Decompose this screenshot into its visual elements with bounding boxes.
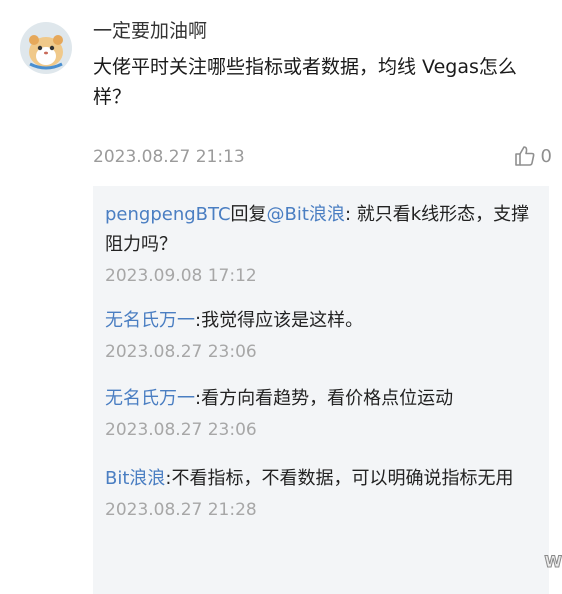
reply-item: pengpengBTC回复@Bit浪浪: 就只看k线形态，支撑阻力吗？ 2023…	[105, 200, 535, 288]
reply-target[interactable]: @Bit浪浪	[267, 204, 345, 225]
reply-author[interactable]: Bit浪浪	[105, 468, 165, 489]
reply-word: 回复	[230, 204, 267, 225]
reply-content: :看方向看趋势，看价格点位运动	[195, 388, 454, 409]
reply-text: 无名氏万一:我觉得应该是这样。	[105, 306, 535, 336]
reply-item: 无名氏万一:我觉得应该是这样。 2023.08.27 23:06	[105, 306, 535, 364]
post: 一定要加油啊 大佬平时关注哪些指标或者数据，均线 Vegas怎么样？	[93, 18, 550, 112]
watermark: W	[544, 552, 562, 572]
reply-author[interactable]: pengpengBTC	[105, 204, 231, 225]
avatar[interactable]	[20, 22, 72, 74]
reply-item: Bit浪浪:不看指标，不看数据，可以明确说指标无用 2023.08.27 21:…	[105, 464, 535, 522]
post-content: 大佬平时关注哪些指标或者数据，均线 Vegas怎么样？	[93, 56, 517, 108]
reply-text: Bit浪浪:不看指标，不看数据，可以明确说指标无用	[105, 464, 535, 494]
reply-text: 无名氏万一:看方向看趋势，看价格点位运动	[105, 384, 535, 414]
reply-timestamp: 2023.09.08 17:12	[105, 266, 257, 286]
post-meta: 2023.08.27 21:13 0	[93, 144, 552, 170]
like-button[interactable]: 0	[513, 144, 552, 168]
reply-author[interactable]: 无名氏万一	[105, 310, 195, 331]
reply-timestamp: 2023.08.27 23:06	[105, 420, 257, 440]
reply-timestamp: 2023.08.27 21:28	[105, 500, 257, 520]
thumbs-up-icon	[514, 146, 535, 166]
reply-content: :我觉得应该是这样。	[195, 310, 364, 331]
reply-list: pengpengBTC回复@Bit浪浪: 就只看k线形态，支撑阻力吗？ 2023…	[93, 186, 549, 594]
hamster-avatar-icon	[29, 35, 63, 70]
like-count: 0	[540, 145, 552, 167]
post-username[interactable]: 一定要加油啊	[93, 18, 550, 44]
post-timestamp: 2023.08.27 21:13	[93, 147, 245, 167]
reply-item: 无名氏万一:看方向看趋势，看价格点位运动 2023.08.27 23:06	[105, 384, 535, 442]
reply-content: :不看指标，不看数据，可以明确说指标无用	[165, 468, 514, 489]
reply-text: pengpengBTC回复@Bit浪浪: 就只看k线形态，支撑阻力吗？	[105, 200, 535, 260]
reply-author[interactable]: 无名氏万一	[105, 388, 195, 409]
reply-timestamp: 2023.08.27 23:06	[105, 342, 257, 362]
